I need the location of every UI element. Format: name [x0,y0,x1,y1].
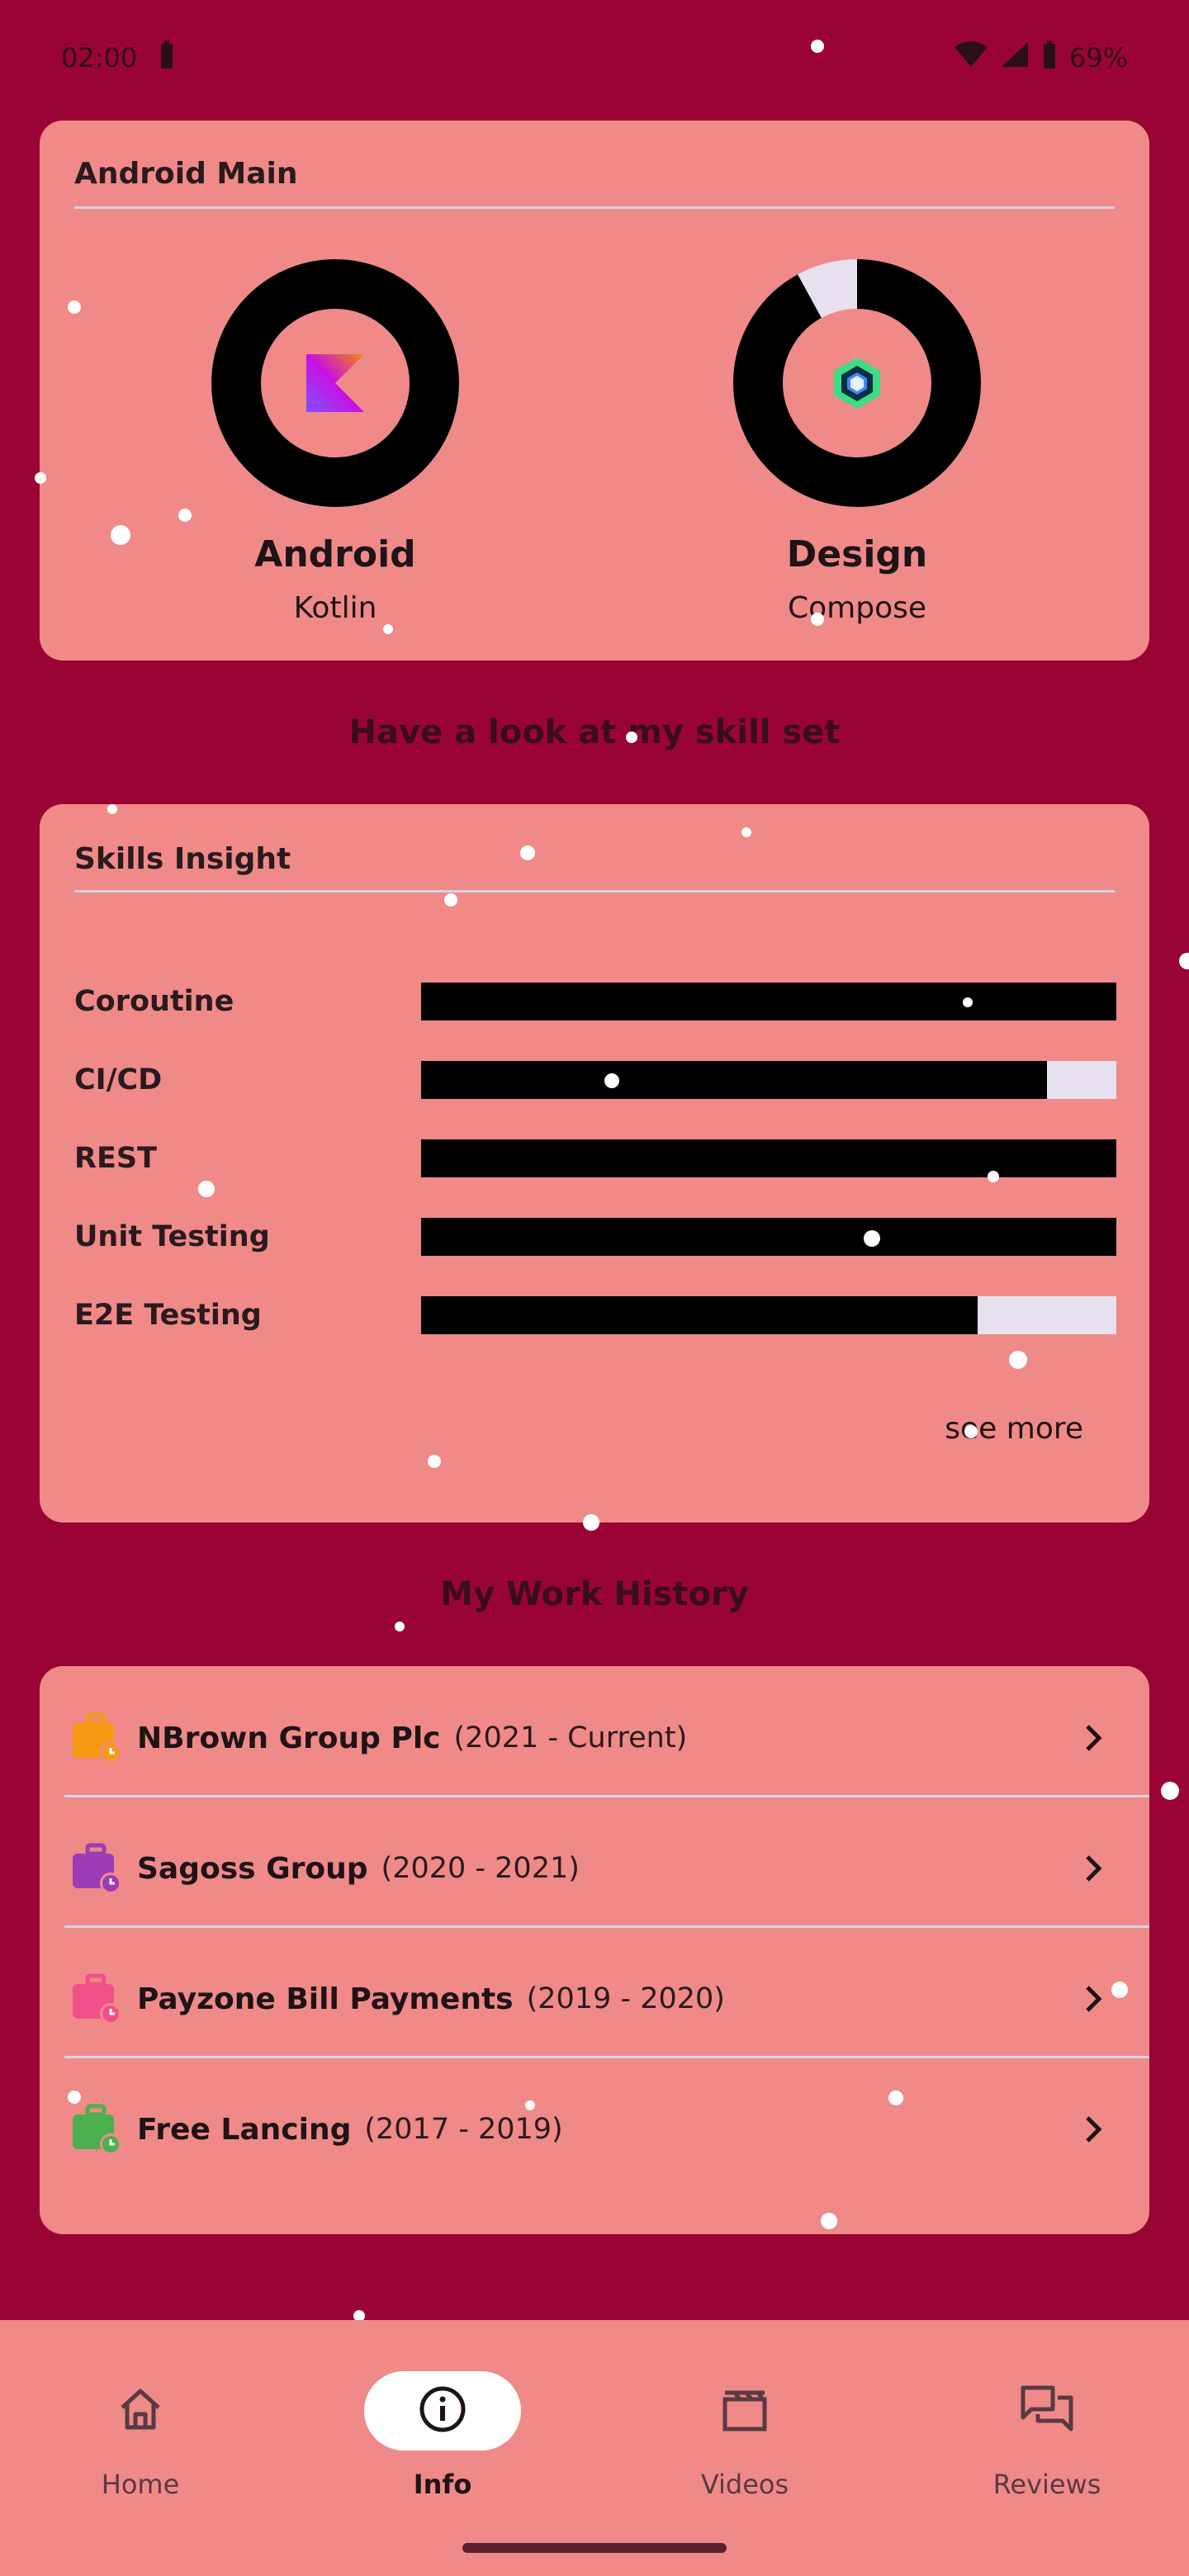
work-item[interactable]: Payzone Bill Payments (2019 - 2020) [64,1934,1149,2064]
skill-label: Unit Testing [74,1220,270,1253]
design-progress-ring [733,259,981,507]
work-history-heading: My Work History [440,1575,749,1613]
work-divider [64,2056,1149,2058]
chevron-right-icon [1077,1852,1110,1885]
wifi-icon [954,40,988,75]
nav-home[interactable]: Home [33,2353,248,2518]
status-right: 69% [954,39,1128,77]
android-main-card: Android Main Android Kotlin Design Compo… [40,121,1149,661]
kotlin-icon [306,354,364,415]
skill-bar-fill [421,1139,1116,1177]
card-divider [74,890,1115,893]
skill-row: Coroutine [74,983,1116,1020]
skill-bar-fill [421,1296,978,1334]
skill-bar [421,983,1116,1020]
nav-label: Home [101,2469,180,2500]
work-company: Payzone Bill Payments [137,1982,514,2016]
card-divider [74,206,1115,209]
home-indicator [462,2543,727,2553]
work-history-card: NBrown Group Plc (2021 - Current) Sagoss… [40,1666,1149,2234]
skill-label: E2E Testing [74,1299,262,1332]
work-briefcase-icon [69,1972,122,2025]
battery-icon [1041,39,1058,77]
work-years: (2020 - 2021) [381,1852,580,1885]
nav-pill [666,2371,823,2451]
nav-label: Reviews [992,2469,1101,2500]
skill-row: Unit Testing [74,1218,1116,1256]
main-item-sub: Kotlin [293,591,377,625]
nav-label: Videos [700,2469,789,2500]
nav-pill [969,2371,1125,2451]
battery-percent: 69% [1068,42,1128,73]
chevron-right-icon [1077,1982,1110,2015]
signal-icon [1000,40,1030,75]
nav-label: Info [413,2469,472,2500]
card-title: Skills Insight [74,842,291,876]
status-time: 02:00 [61,42,138,73]
skill-bar-fill [421,983,1116,1020]
skills-insight-card: Skills Insight Coroutine CI/CD REST Unit… [40,804,1149,1522]
bottom-navigation: Home Info Videos Reviews [0,2320,1189,2576]
main-item-name: Android [254,533,416,575]
work-company: Free Lancing [137,2112,352,2147]
nav-info[interactable]: Info [335,2353,550,2518]
info-icon [418,2384,467,2437]
skill-bar [421,1139,1116,1177]
skill-bar-fill [421,1218,1116,1256]
chevron-right-icon [1077,1721,1110,1754]
work-briefcase-icon [69,1842,122,1895]
android-progress-ring [211,259,459,507]
main-item-name: Design [786,533,928,575]
work-item[interactable]: Sagoss Group (2020 - 2021) [64,1803,1149,1934]
battery-saver-icon [159,39,175,77]
work-divider [64,1925,1149,1928]
home-icon [116,2384,165,2437]
card-title: Android Main [74,157,298,191]
work-briefcase-icon [69,2103,122,2156]
skill-row: CI/CD [74,1061,1116,1099]
compose-icon [830,356,884,414]
status-bar: 02:00 69% [0,0,1189,116]
skill-bar-fill [421,1061,1047,1099]
skill-label: CI/CD [74,1063,163,1096]
nav-videos[interactable]: Videos [637,2353,852,2518]
nav-reviews[interactable]: Reviews [940,2353,1154,2518]
work-years: (2019 - 2020) [526,1982,725,2015]
work-briefcase-icon [69,1712,122,1764]
nav-pill-active [364,2371,521,2451]
skill-row: REST [74,1139,1116,1177]
work-years: (2021 - Current) [453,1721,688,1754]
skills-heading: Have a look at my skill set [348,713,841,751]
videos-icon [720,2384,770,2437]
work-years: (2017 - 2019) [364,2113,563,2146]
skill-label: REST [74,1142,157,1175]
skill-bar [421,1061,1116,1099]
work-company: NBrown Group Plc [137,1721,441,1755]
skill-bar [421,1218,1116,1256]
work-divider [64,1795,1149,1797]
nav-pill [62,2371,219,2451]
chevron-right-icon [1077,2113,1110,2146]
work-item[interactable]: Free Lancing (2017 - 2019) [64,2064,1149,2195]
status-left: 02:00 [61,39,175,77]
main-item-sub: Compose [787,591,926,625]
skill-bar [421,1296,1116,1334]
skill-label: Coroutine [74,985,234,1018]
work-item[interactable]: NBrown Group Plc (2021 - Current) [64,1673,1149,1803]
reviews-icon [1020,2384,1074,2437]
skill-row: E2E Testing [74,1296,1116,1334]
work-company: Sagoss Group [137,1851,368,1886]
